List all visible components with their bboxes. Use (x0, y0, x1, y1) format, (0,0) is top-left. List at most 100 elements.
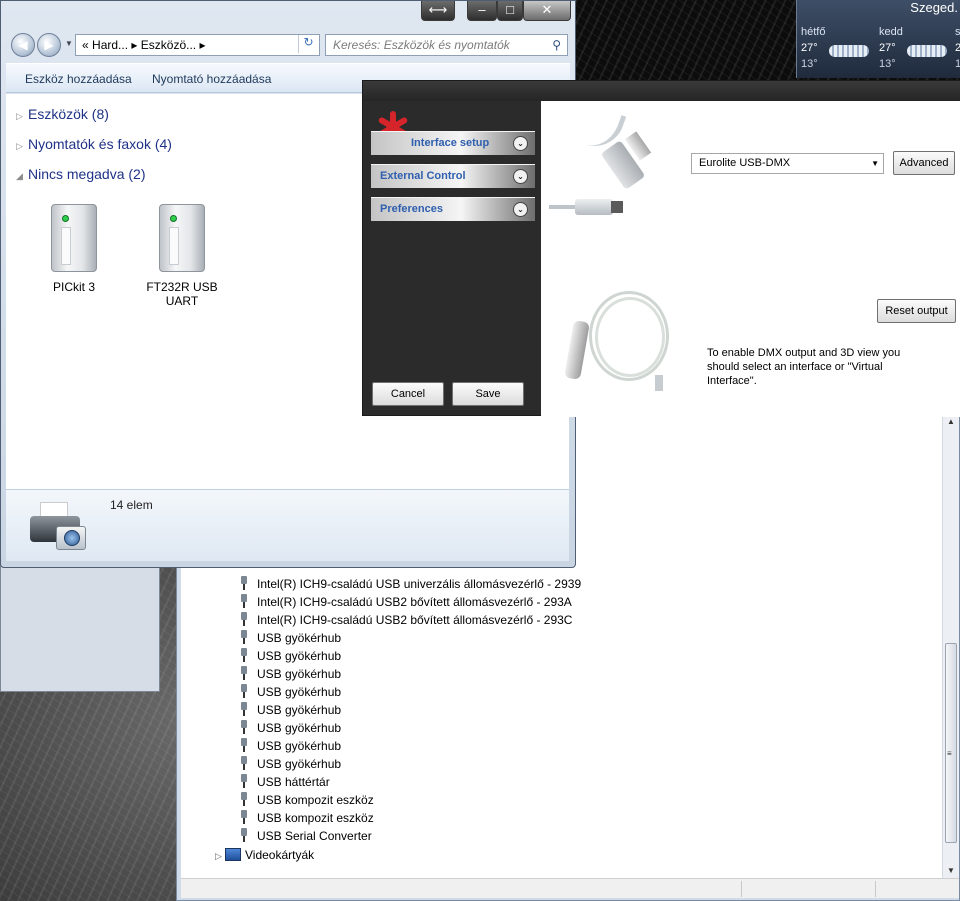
collapse-arrow-icon[interactable]: ◢ (16, 171, 28, 182)
menu-interface-setup[interactable]: Interface setup ⌄ (371, 131, 535, 155)
tree-item[interactable]: USB gyökérhub (239, 737, 341, 755)
dmx-cable-image (564, 291, 669, 401)
tower-slot (169, 227, 179, 265)
history-dropdown-icon[interactable]: ▼ (65, 39, 73, 48)
chevron-down-icon[interactable]: ⌄ (513, 136, 528, 151)
breadcrumb-arrow-icon[interactable]: ▸ (199, 38, 205, 52)
tree-item-label: USB gyökérhub (257, 721, 342, 735)
menu-preferences[interactable]: Preferences ⌄ (371, 197, 535, 221)
usb-device-icon (239, 630, 249, 644)
group-unspecified[interactable]: ◢ Nincs megadva (2) (16, 166, 146, 182)
status-led (62, 215, 69, 222)
group-devices[interactable]: ▷ Eszközök (8) (16, 106, 109, 122)
usb-device-icon (239, 810, 249, 824)
navigation-bar: ◀ ▶ ▼ « Hard... ▸ Eszközö... ▸ ↻ Keresés… (9, 31, 568, 57)
tree-item[interactable]: USB Serial Converter (239, 827, 372, 845)
device-item[interactable]: PICkit 3 (34, 204, 114, 294)
tree-item[interactable]: USB gyökérhub (239, 755, 341, 773)
usb-device-icon (239, 612, 249, 626)
save-button[interactable]: Save (452, 382, 524, 406)
weather-low: 13° (879, 58, 896, 70)
add-printer-button[interactable]: Nyomtató hozzáadása (152, 72, 271, 86)
scroll-down-icon[interactable]: ▼ (947, 866, 955, 875)
device-tower-icon (159, 204, 205, 272)
address-bar[interactable]: « Hard... ▸ Eszközö... ▸ (75, 34, 320, 56)
weather-low: 13° (801, 58, 818, 70)
tree-category-video[interactable]: ▷ Videokártyák (215, 846, 314, 864)
usb-device-icon (239, 684, 249, 698)
tree-item[interactable]: USB gyökérhub (239, 647, 341, 665)
search-icon[interactable]: ⚲ (552, 35, 561, 55)
group-printers[interactable]: ▷ Nyomtatók és faxok (4) (16, 136, 172, 152)
minimize-button[interactable]: – (467, 1, 497, 21)
dropdown-arrow-icon[interactable]: ▼ (871, 154, 879, 173)
maximize-button[interactable]: □ (497, 1, 523, 21)
weather-high: 27° (801, 42, 818, 54)
expand-arrow-icon[interactable]: ▷ (16, 111, 28, 122)
menu-label: Interface setup (411, 137, 490, 149)
vertical-scrollbar[interactable]: ▲ ≡ ▼ (942, 413, 959, 879)
weather-day-name: hétfő (801, 26, 826, 38)
close-button[interactable]: ✕ (523, 1, 571, 21)
tree-item[interactable]: USB gyökérhub (239, 701, 341, 719)
scrollbar-thumb[interactable] (945, 643, 957, 843)
usb-device-icon (239, 666, 249, 680)
tree-item[interactable]: Intel(R) ICH9-családú USB2 bővített állo… (239, 593, 572, 611)
add-device-button[interactable]: Eszköz hozzáadása (25, 72, 132, 86)
advanced-button[interactable]: Advanced (893, 151, 955, 175)
tree-item[interactable]: USB háttértár (239, 773, 330, 791)
tree-item[interactable]: USB gyökérhub (239, 719, 341, 737)
menu-label: External Control (380, 170, 466, 182)
item-count: 14 elem (110, 498, 153, 512)
reset-output-button[interactable]: Reset output (877, 299, 956, 323)
chevron-down-icon[interactable]: ⌄ (513, 169, 528, 184)
status-led (170, 215, 177, 222)
details-pane: 14 elem (6, 489, 569, 561)
tree-item-label: USB gyökérhub (257, 631, 342, 645)
weather-gadget[interactable]: Szeged. hétfő 27° 13° kedd 27° 13° s 2 1 (796, 0, 960, 78)
chevron-down-icon[interactable]: ⌄ (513, 202, 528, 217)
menu-external-control[interactable]: External Control ⌄ (371, 164, 535, 188)
tree-item[interactable]: USB gyökérhub (239, 665, 341, 683)
interface-select[interactable]: Eurolite USB-DMX ▼ (691, 153, 884, 174)
cloud-icon (907, 45, 947, 57)
refresh-icon[interactable]: ↻ (298, 35, 318, 53)
tree-item[interactable]: Intel(R) ICH9-családú USB univerzális ál… (239, 575, 581, 593)
tree-item-label: Intel(R) ICH9-családú USB2 bővített állo… (257, 613, 573, 627)
weather-high: 2 (955, 42, 960, 54)
address-separator: « (82, 38, 89, 52)
tree-item[interactable]: USB kompozit eszköz (239, 809, 374, 827)
forward-button[interactable]: ▶ (37, 33, 61, 57)
expand-arrow-icon[interactable]: ▷ (16, 141, 28, 152)
resize-icon[interactable]: ⟷ (421, 1, 455, 21)
tree-item-label: USB gyökérhub (257, 685, 342, 699)
status-divider (741, 881, 742, 897)
usb-device-icon (239, 720, 249, 734)
weather-day-name: kedd (879, 26, 903, 38)
tree-item[interactable]: USB gyökérhub (239, 683, 341, 701)
dmx-settings-dialog[interactable]: Interface setup ⌄ External Control ⌄ Pre… (362, 80, 960, 417)
breadcrumb-arrow-icon[interactable]: ▸ (131, 38, 137, 52)
group-label: Eszközök (8) (28, 106, 109, 122)
tree-item-label: USB Serial Converter (257, 829, 372, 843)
usb-cable-image (565, 99, 652, 190)
device-label: PICkit 3 (52, 280, 95, 294)
search-input[interactable]: Keresés: Eszközök és nyomtatók ⚲ (325, 34, 568, 56)
tree-item[interactable]: Intel(R) ICH9-családú USB2 bővített állo… (239, 611, 572, 629)
back-button[interactable]: ◀ (11, 33, 35, 57)
printer-camera-icon (26, 498, 90, 554)
tree-item-label: USB kompozit eszköz (257, 811, 374, 825)
breadcrumb-devices[interactable]: Eszközö... (141, 38, 196, 52)
breadcrumb-hardware[interactable]: Hard... (92, 38, 128, 52)
cancel-button[interactable]: Cancel (372, 382, 444, 406)
tree-item[interactable]: USB kompozit eszköz (239, 791, 374, 809)
background-window-frame (0, 560, 160, 692)
tree-item[interactable]: USB gyökérhub (239, 629, 341, 647)
device-item[interactable]: FT232R USB UART (142, 204, 222, 308)
dialog-title-bar (363, 81, 960, 101)
scroll-up-icon[interactable]: ▲ (947, 417, 955, 426)
status-bar (181, 878, 959, 898)
tree-item-label: USB gyökérhub (257, 703, 342, 717)
expand-arrow-icon[interactable]: ▷ (215, 847, 225, 865)
usb-device-icon (239, 738, 249, 752)
